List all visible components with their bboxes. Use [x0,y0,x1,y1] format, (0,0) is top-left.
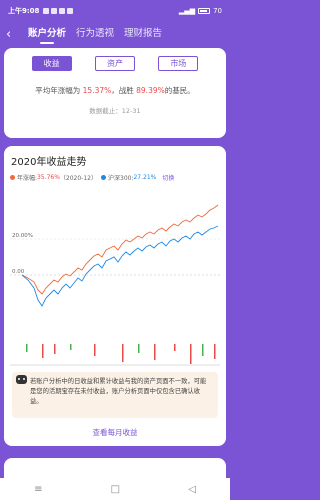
summary-mid: ，战胜 [111,86,134,95]
hs300-line [21,225,219,307]
daily-bars [26,344,216,364]
annual-legend-label: 年涨幅: [17,175,38,182]
segment-assets[interactable]: 资产 [94,56,135,71]
status-right: ▂▄▆ 70 [179,7,222,15]
top-nav: ‹ 账户分析 行为透视 理财报告 [0,22,230,46]
segment-income[interactable]: 收益 [31,56,72,71]
tab-report[interactable]: 理财报告 [124,25,162,43]
hs300-legend-label: 沪深300: [108,175,134,182]
chart-legend: 年涨幅: 35.76% （2020-12） 沪深300: 27.21% 切换 [10,173,220,182]
robot-icon [16,375,27,384]
segment-market[interactable]: 市场 [158,56,199,71]
trend-chart: 20.00% 0.00 2020-01 2020-12 [10,204,220,366]
notice-box: 若账户分析中的日收益和累计收益与我的资产页面不一致，可能是您的活期宝存在未付收益… [12,372,218,418]
summary-card: 收益 资产 市场 平均年涨幅为 15.37%，战胜 89.39%的基民。 数据截… [4,48,226,138]
y-tick-top: 20.00% [12,233,33,239]
summary-text: 平均年涨幅为 15.37%，战胜 89.39%的基民。 [4,85,226,96]
status-app-icons [43,8,74,14]
segment-control: 收益 资产 市场 [4,48,226,71]
annual-legend-value: 35.76% [37,174,60,181]
hs300-legend-value: 27.21% [133,174,157,181]
annual-legend-month: （2020-12） [59,175,97,182]
data-date-note: 数据截止：12-31 [89,107,141,115]
annual-legend-dot [10,175,15,180]
system-nav-bar: ≡ □ ◁ [0,478,230,500]
y-tick-zero: 0.00 [12,269,25,275]
hs300-legend-dot [101,175,106,180]
beat-percent: 89.39% [136,86,165,95]
tab-behavior[interactable]: 行为透视 [76,25,114,43]
back-nav-icon[interactable]: ◁ [188,484,196,495]
tab-account-analysis[interactable]: 账户分析 [28,25,66,44]
notice-text: 若账户分析中的日收益和累计收益与我的资产页面不一致，可能是您的活期宝存在未付收益… [30,378,207,405]
status-bar: 上午9:08 ▂▄▆ 70 [0,0,230,22]
summary-suffix: 的基民。 [164,86,195,95]
battery-icon [198,8,211,14]
signal-icon: ▂▄▆ [178,7,196,15]
switch-button[interactable]: 切换 [162,173,174,182]
status-time: 上午9:08 [8,7,40,15]
back-icon[interactable]: ‹ [6,28,28,41]
chart-card: 2020年收益走势 年涨幅: 35.76% （2020-12） 沪深300: 2… [4,146,226,446]
summary-prefix: 平均年涨幅为 [35,86,81,95]
home-icon[interactable]: □ [111,484,120,495]
avg-return: 15.37% [82,86,112,95]
annual-line [21,204,219,295]
chart-title: 2020年收益走势 [11,157,87,168]
battery-level: 70 [213,7,222,15]
menu-icon[interactable]: ≡ [34,484,42,495]
view-monthly-link[interactable]: 查看每月收益 [4,427,226,438]
